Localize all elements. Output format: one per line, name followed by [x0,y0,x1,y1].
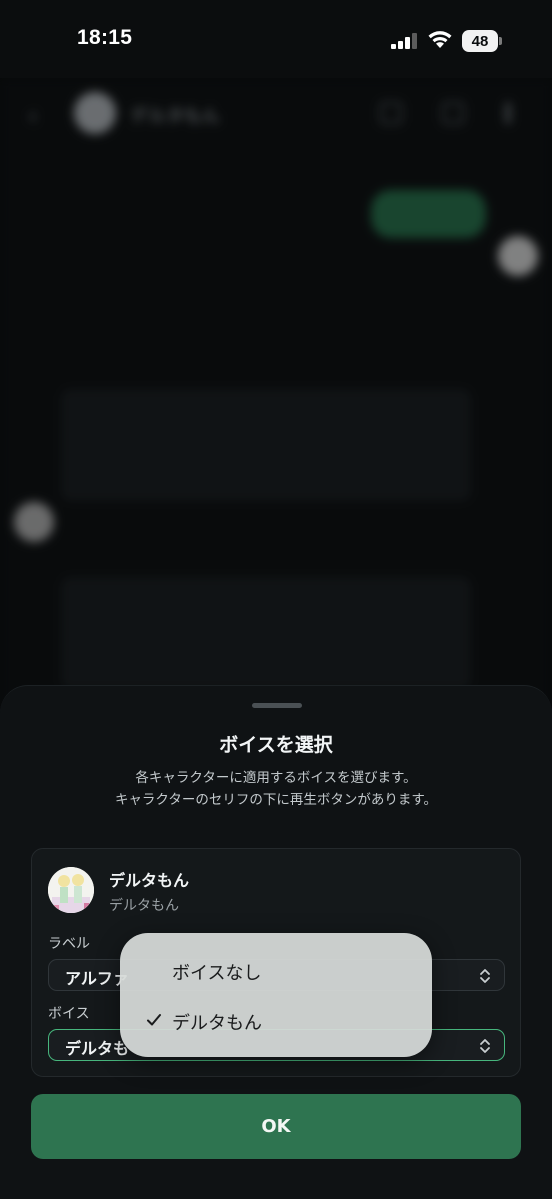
battery-cap [499,37,502,45]
voice-field-label: ボイス [48,1006,90,1022]
user-message-bubble [371,190,486,238]
share-icon [380,102,402,124]
blurred-message-card [62,578,470,688]
chevron-updown-icon [480,969,490,983]
wifi-icon [428,31,452,48]
battery-body: 48 [462,30,498,52]
character-avatar-image [48,867,94,913]
blurred-message-card [62,390,470,500]
sheet-title: ボイスを選択 [219,734,333,756]
sheet-drag-handle[interactable] [252,703,302,708]
chevron-updown-icon [480,1039,490,1053]
character-avatar [48,867,94,913]
download-icon [442,102,464,124]
chat-header-avatar [74,92,116,134]
voice-dropdown-menu: ボイスなし デルタもん [120,933,432,1057]
dropdown-option-deltamon[interactable]: デルタもん [120,996,432,1044]
check-icon [147,1014,161,1026]
bot-avatar [14,502,54,542]
label-field-label: ラベル [48,936,90,952]
sheet-description-line2: キャラクターのセリフの下に再生ボタンがあります。 [114,792,438,808]
character-subtitle: デルタもん [109,898,179,914]
signal-icon [391,33,417,49]
battery-level: 48 [471,32,489,50]
dropdown-option-label: デルタもん [172,1013,262,1034]
character-name: デルタもん [109,871,190,890]
dropdown-option-no-voice[interactable]: ボイスなし [120,946,432,994]
battery-icon: 48 [462,30,502,52]
ok-button[interactable]: OK [31,1094,521,1159]
more-icon [505,102,511,124]
status-time: 18:15 [77,26,133,49]
dropdown-option-label: ボイスなし [172,963,262,984]
chat-header-title: デルタもん [130,106,220,127]
user-avatar [498,236,538,276]
back-icon: ‹ [28,102,38,130]
status-bar: 18:15 48 [0,0,552,78]
sheet-description-line1: 各キャラクターに適用するボイスを選びます。 [135,770,417,786]
